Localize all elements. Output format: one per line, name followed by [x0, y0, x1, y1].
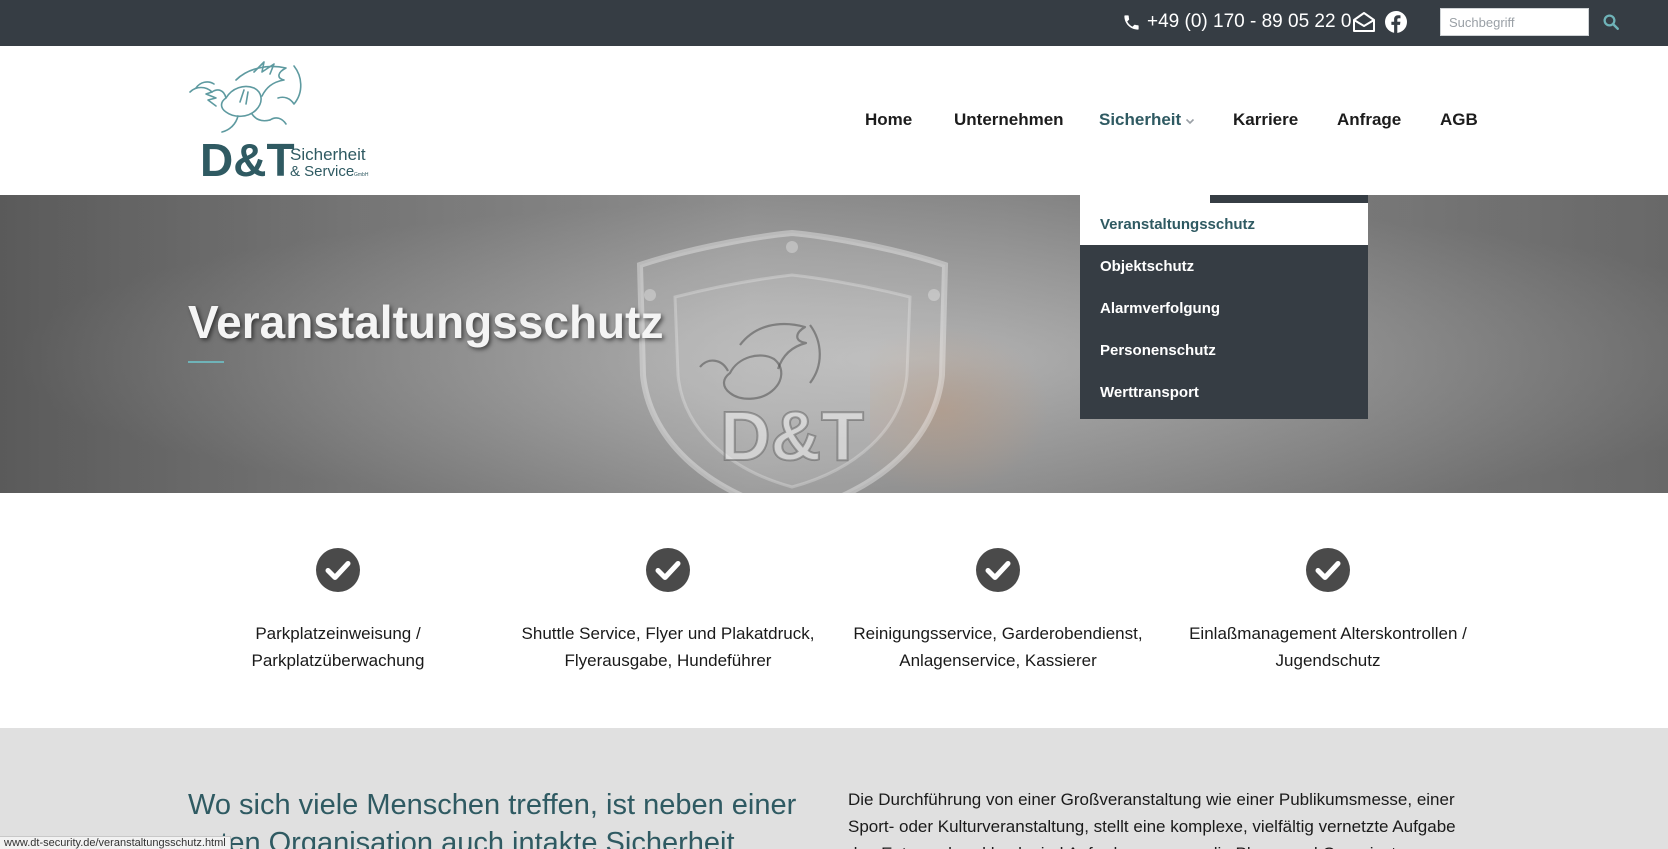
feature-line1: Parkplatzeinweisung /	[255, 624, 421, 643]
feature-item: Einlaßmanagement Alterskontrollen / Juge…	[1178, 548, 1478, 674]
feature-text: Parkplatzeinweisung / Parkplatzüberwachu…	[188, 620, 488, 674]
hero-watermark: D&T	[720, 397, 864, 475]
page-title: Veranstaltungsschutz	[188, 296, 664, 348]
logo-line2: & Service	[290, 163, 354, 180]
site-header: D&T Sicherheit & Service GmbH Home Unter…	[0, 46, 1668, 195]
nav-sicherheit[interactable]: Sicherheit	[1099, 110, 1195, 130]
logo-suffix: GmbH	[354, 172, 369, 178]
check-circle-icon	[646, 548, 690, 592]
nav-anfrage[interactable]: Anfrage	[1337, 110, 1401, 130]
feature-line1: Shuttle Service, Flyer und Plakatdruck,	[521, 624, 815, 643]
features-section: Parkplatzeinweisung / Parkplatzüberwachu…	[0, 493, 1668, 728]
phone-link[interactable]: +49 (0) 170 - 89 05 22 0	[1122, 10, 1351, 34]
feature-item: Parkplatzeinweisung / Parkplatzüberwachu…	[188, 548, 488, 674]
check-circle-icon	[316, 548, 360, 592]
feature-item: Reinigungsservice, Garderobendienst, Anl…	[848, 548, 1148, 674]
dropdown-item-veranstaltungsschutz[interactable]: Veranstaltungsschutz	[1080, 203, 1368, 245]
feature-text: Einlaßmanagement Alterskontrollen / Juge…	[1178, 620, 1478, 674]
hero-banner: D&T Veranstaltungsschutz	[0, 195, 1668, 493]
mail-open-icon[interactable]	[1352, 10, 1376, 34]
intro-section: Wo sich viele Menschen treffen, ist nebe…	[0, 728, 1668, 849]
nav-home[interactable]: Home	[865, 110, 912, 130]
chevron-down-icon	[1186, 118, 1195, 124]
feature-line1: Einlaßmanagement Alterskontrollen /	[1189, 624, 1467, 643]
feature-line2: Jugendschutz	[1275, 651, 1381, 670]
feature-line1: Reinigungsservice, Garderobendienst,	[853, 624, 1143, 643]
check-circle-icon	[1306, 548, 1350, 592]
phone-number: +49 (0) 170 - 89 05 22 0	[1147, 11, 1352, 32]
dropdown-item-objektschutz[interactable]: Objektschutz	[1080, 245, 1368, 287]
nav-sicherheit-label: Sicherheit	[1099, 110, 1182, 129]
shield-icon: D&T	[636, 229, 949, 493]
search-icon[interactable]	[1602, 13, 1620, 31]
feature-text: Reinigungsservice, Garderobendienst, Anl…	[848, 620, 1148, 674]
feature-item: Shuttle Service, Flyer und Plakatdruck, …	[518, 548, 818, 674]
logo-brand: D&T	[200, 134, 295, 184]
company-logo[interactable]: D&T Sicherheit & Service GmbH	[186, 58, 372, 184]
nav-agb[interactable]: AGB	[1440, 110, 1478, 130]
intro-heading: Wo sich viele Menschen treffen, ist nebe…	[188, 789, 797, 849]
logo-line1: Sicherheit	[290, 145, 366, 164]
phone-icon	[1124, 14, 1139, 30]
facebook-icon[interactable]	[1384, 10, 1408, 34]
feature-line2: Flyerausgabe, Hundeführer	[564, 651, 772, 670]
title-underline	[188, 361, 224, 363]
dropdown-item-personenschutz[interactable]: Personenschutz	[1080, 329, 1368, 371]
nav-unternehmen[interactable]: Unternehmen	[954, 110, 1064, 130]
nav-karriere[interactable]: Karriere	[1233, 110, 1298, 130]
dropdown-top-tab	[1210, 195, 1368, 203]
top-bar: +49 (0) 170 - 89 05 22 0	[0, 0, 1668, 46]
dragon-logo-icon	[189, 61, 302, 133]
feature-line2: Anlagenservice, Kassierer	[899, 651, 1097, 670]
dropdown-item-werttransport[interactable]: Werttransport	[1080, 371, 1368, 413]
feature-line2: Parkplatzüberwachung	[251, 651, 425, 670]
browser-status-url: www.dt-security.de/veranstaltungsschutz.…	[0, 836, 231, 849]
search-input[interactable]	[1440, 8, 1589, 36]
dropdown-item-alarmverfolgung[interactable]: Alarmverfolgung	[1080, 287, 1368, 329]
check-circle-icon	[976, 548, 1020, 592]
sicherheit-dropdown-menu: Veranstaltungsschutz Objektschutz Alarmv…	[1080, 195, 1368, 419]
intro-text: Die Durchführung von einer Großveranstal…	[848, 790, 1456, 849]
feature-text: Shuttle Service, Flyer und Plakatdruck, …	[518, 620, 818, 674]
